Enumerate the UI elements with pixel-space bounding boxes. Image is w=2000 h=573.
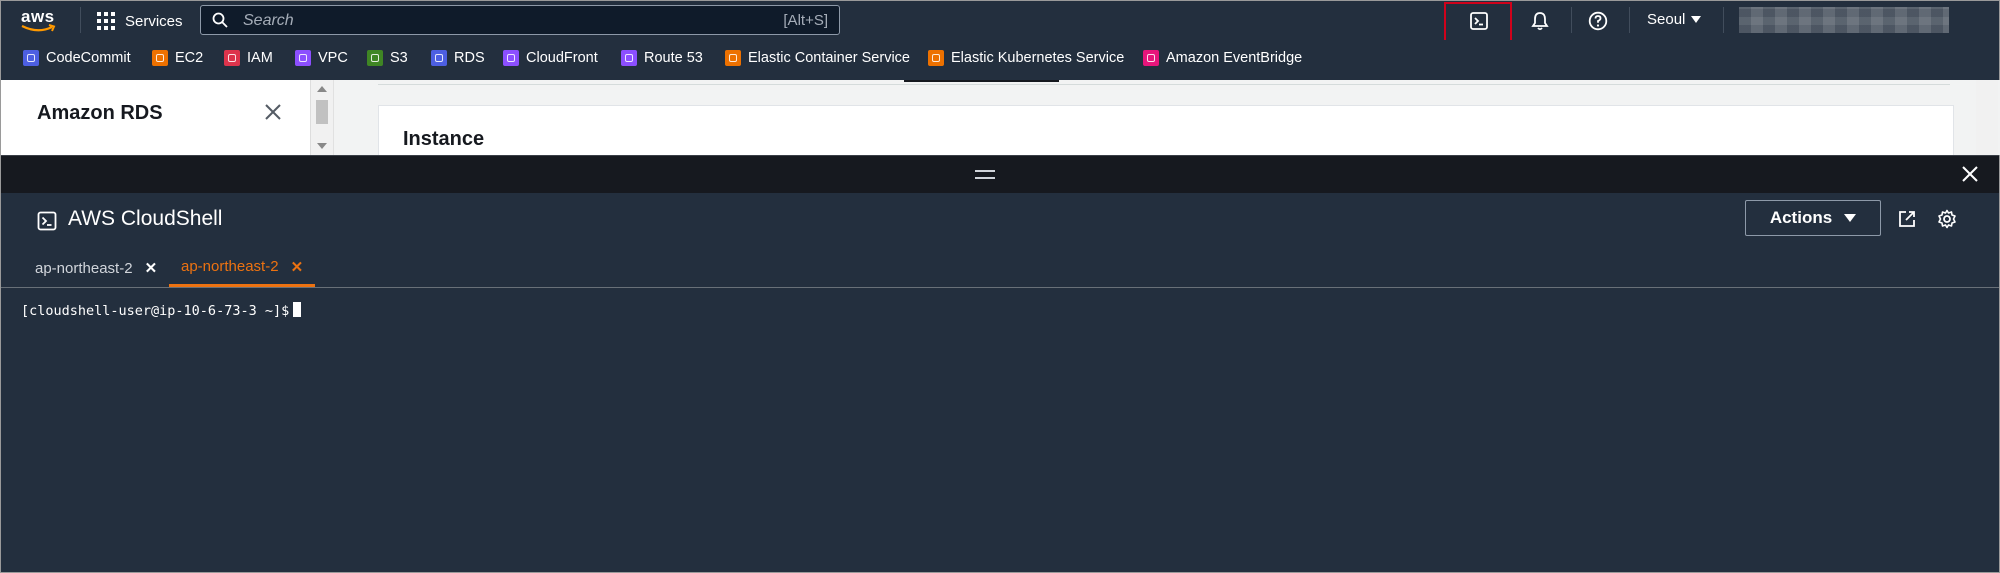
actions-label: Actions: [1769, 208, 1833, 227]
favorite-label: CloudFront: [526, 50, 598, 66]
terminal-cursor: [293, 302, 302, 317]
search-input[interactable]: [241, 9, 745, 33]
help-icon: [1588, 11, 1608, 31]
ec2-icon: [152, 50, 168, 66]
favorite-s3[interactable]: S3: [367, 50, 408, 66]
region-label: Seoul: [1647, 11, 1686, 28]
divider: [80, 7, 81, 33]
cloudshell-header: AWS CloudShell Actions ap-northeast-2 ✕ …: [1, 193, 1999, 288]
close-tab-icon[interactable]: ✕: [291, 258, 304, 276]
close-icon[interactable]: [1961, 165, 1979, 183]
search-icon: [212, 12, 228, 28]
eks-icon: [928, 50, 944, 66]
top-navigation: aws Services [Alt+S]: [1, 1, 1999, 40]
services-menu-button[interactable]: Services: [97, 9, 183, 33]
gear-icon[interactable]: [1937, 209, 1957, 229]
favorite-label: RDS: [454, 50, 485, 66]
side-nav-scrollbar[interactable]: [310, 80, 333, 155]
terminal-prompt: [cloudshell-user@ip-10-6-73-3 ~]$: [21, 303, 290, 319]
actions-button[interactable]: Actions: [1745, 200, 1881, 236]
account-menu-blurred[interactable]: [1739, 7, 1949, 33]
region-selector[interactable]: Seoul: [1647, 11, 1702, 28]
scroll-up-icon[interactable]: [317, 86, 327, 92]
cloudshell-title: AWS CloudShell: [68, 207, 223, 230]
grid-icon: [97, 12, 115, 30]
notifications-button[interactable]: [1528, 9, 1552, 33]
bell-icon: [1531, 12, 1549, 31]
search-bar[interactable]: [Alt+S]: [200, 5, 840, 35]
cloudshell-icon: [37, 211, 57, 231]
divider: [1571, 7, 1572, 33]
instance-card: Instance: [378, 105, 1954, 155]
favorite-label: Elastic Container Service: [748, 50, 910, 66]
terminal-prompt-line: [cloudshell-user@ip-10-6-73-3 ~]$: [21, 302, 302, 319]
vpc-icon: [295, 50, 311, 66]
side-nav-title: Amazon RDS: [37, 102, 163, 124]
open-in-new-tab-icon[interactable]: [1897, 209, 1917, 229]
rds-icon: [431, 50, 447, 66]
search-shortcut-hint: [Alt+S]: [783, 12, 828, 29]
favorite-label: Route 53: [644, 50, 703, 66]
ecs-icon: [725, 50, 741, 66]
terminal[interactable]: [cloudshell-user@ip-10-6-73-3 ~]$: [1, 288, 1999, 572]
card-title: Instance: [403, 128, 485, 150]
favorite-route-53[interactable]: Route 53: [621, 50, 703, 66]
cloudshell-resize-bar[interactable]: [1, 155, 1999, 194]
scroll-down-icon[interactable]: [317, 143, 327, 149]
favorite-cloudfront[interactable]: CloudFront: [503, 50, 598, 66]
help-button[interactable]: [1586, 9, 1610, 33]
divider: [1723, 7, 1724, 33]
active-tab-indicator: [904, 80, 1059, 82]
favorite-codecommit[interactable]: CodeCommit: [23, 50, 131, 66]
rds-side-navigation: Amazon RDS: [1, 80, 310, 155]
close-tab-icon[interactable]: ✕: [145, 259, 158, 277]
favorite-label: EC2: [175, 50, 204, 66]
session-tab[interactable]: ap-northeast-2 ✕: [35, 256, 157, 280]
route-53-icon: [621, 50, 637, 66]
divider: [378, 84, 1950, 85]
s3-icon: [367, 50, 383, 66]
iam-icon: [224, 50, 240, 66]
favorite-label: Elastic Kubernetes Service: [951, 50, 1125, 66]
favorite-label: CodeCommit: [46, 50, 131, 66]
tab-label: ap-northeast-2: [181, 258, 279, 275]
cloudfront-icon: [503, 50, 519, 66]
favorite-label: Amazon EventBridge: [1166, 50, 1303, 66]
favorite-ec2[interactable]: EC2: [152, 50, 203, 66]
aws-logo[interactable]: aws: [19, 7, 63, 35]
session-tab-active[interactable]: ap-northeast-2 ✕: [169, 249, 316, 287]
favorite-rds[interactable]: RDS: [431, 50, 485, 66]
favorite-label: IAM: [247, 50, 273, 66]
favorite-label: S3: [390, 50, 408, 66]
favorite-ecs[interactable]: Elastic Container Service: [725, 50, 910, 66]
divider: [1629, 7, 1630, 33]
caret-down-icon: [1844, 214, 1857, 222]
scrollbar-thumb[interactable]: [316, 100, 328, 124]
favorite-eks[interactable]: Elastic Kubernetes Service: [928, 50, 1124, 66]
tab-label: ap-northeast-2: [35, 259, 133, 277]
favorite-iam[interactable]: IAM: [224, 50, 273, 66]
favorites-bar: CodeCommit EC2 IAM VPC S3 RDS CloudFront…: [1, 40, 1999, 80]
favorite-vpc[interactable]: VPC: [295, 50, 348, 66]
favorite-eventbridge[interactable]: Amazon EventBridge: [1143, 50, 1302, 66]
codecommit-icon: [23, 50, 39, 66]
drag-handle-icon[interactable]: [975, 170, 995, 179]
favorite-label: VPC: [318, 50, 348, 66]
caret-down-icon: [1691, 16, 1702, 23]
aws-smile-icon: [21, 24, 56, 32]
services-label: Services: [125, 12, 183, 30]
eventbridge-icon: [1143, 50, 1159, 66]
close-icon[interactable]: [263, 102, 283, 122]
main-scrollbar[interactable]: [1976, 80, 1998, 155]
